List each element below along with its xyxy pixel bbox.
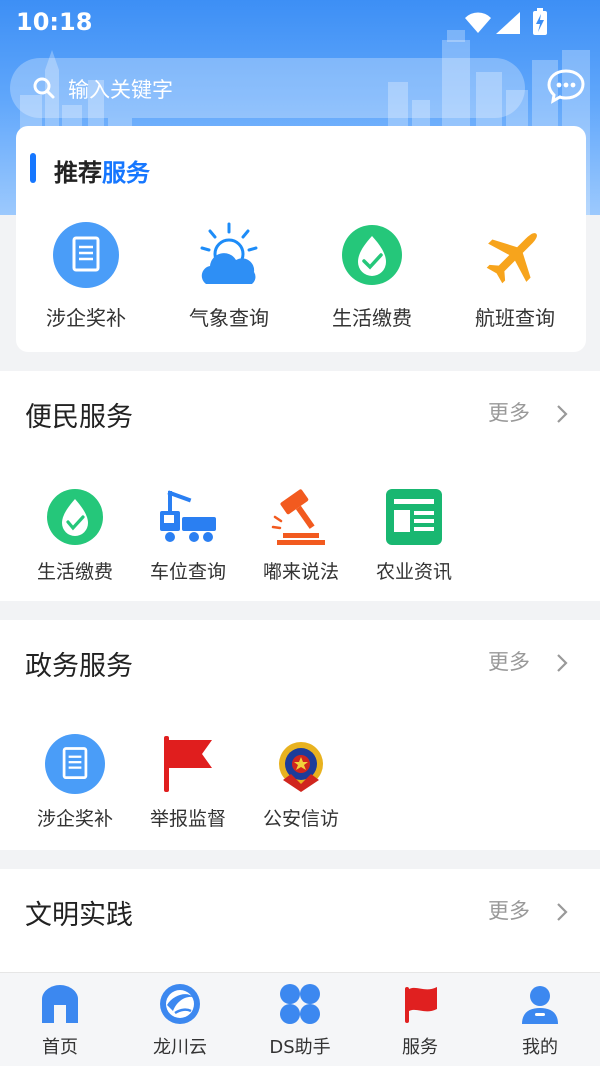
service-label: 车位查询 bbox=[149, 561, 226, 583]
tab-label: 我的 bbox=[522, 1037, 558, 1058]
wifi-icon bbox=[465, 12, 491, 33]
more-link[interactable]: 更多 bbox=[488, 646, 530, 676]
tab-label: 龙川云 bbox=[153, 1037, 207, 1058]
section-title: 政务服务 bbox=[25, 651, 133, 682]
more-link[interactable]: 更多 bbox=[488, 397, 530, 427]
service-label: 举报监督 bbox=[149, 808, 226, 830]
rec-item-weather[interactable]: 气象查询 bbox=[159, 222, 299, 332]
truck-icon bbox=[160, 490, 216, 542]
message-icon[interactable] bbox=[547, 68, 585, 104]
recommended-title-prefix: 推荐 bbox=[54, 159, 102, 187]
flag-icon bbox=[164, 736, 212, 792]
tab-home[interactable]: 首页 bbox=[0, 973, 120, 1066]
weather-icon bbox=[200, 222, 258, 284]
payment-icon bbox=[342, 225, 402, 285]
search-icon bbox=[33, 77, 55, 99]
grid-icon bbox=[280, 984, 320, 1024]
tab-mine[interactable]: 我的 bbox=[480, 973, 600, 1066]
home-icon bbox=[42, 985, 78, 1023]
section-title: 便民服务 bbox=[25, 402, 133, 433]
service-label: 农业资讯 bbox=[375, 561, 452, 583]
chevron-right-icon[interactable] bbox=[556, 404, 568, 424]
rec-item-label: 生活缴费 bbox=[332, 306, 412, 330]
tab-label: 首页 bbox=[42, 1037, 78, 1058]
flag-icon bbox=[405, 987, 437, 1023]
tab-longchuan-cloud[interactable]: 龙川云 bbox=[120, 973, 240, 1066]
payment-icon bbox=[47, 489, 103, 545]
more-link[interactable]: 更多 bbox=[488, 895, 530, 925]
search-input[interactable]: 输入关键字 bbox=[10, 58, 525, 118]
service-item-payment[interactable]: 生活缴费 bbox=[15, 487, 135, 587]
search-placeholder: 输入关键字 bbox=[68, 78, 173, 102]
document-icon bbox=[45, 734, 105, 794]
chevron-right-icon[interactable] bbox=[556, 902, 568, 922]
service-item-police[interactable]: 公安信访 bbox=[241, 734, 361, 834]
tab-services[interactable]: 服务 bbox=[360, 973, 480, 1066]
service-item-subsidy[interactable]: 涉企奖补 bbox=[15, 734, 135, 834]
signal-icon bbox=[496, 12, 520, 34]
recommended-title: 推荐服务 bbox=[54, 153, 150, 188]
chevron-right-icon[interactable] bbox=[556, 653, 568, 673]
news-icon bbox=[386, 489, 442, 545]
service-label: 涉企奖补 bbox=[36, 808, 113, 830]
recommended-title-accent: 服务 bbox=[102, 159, 150, 187]
tab-label: 服务 bbox=[402, 1037, 438, 1058]
user-icon bbox=[522, 986, 558, 1024]
section-title: 文明实践 bbox=[25, 900, 133, 931]
status-time: 10:18 bbox=[16, 8, 93, 36]
tab-ds-assistant[interactable]: DS助手 bbox=[240, 973, 360, 1066]
government-services-section: 政务服务 更多 涉企奖补 举报监督 公安信访 bbox=[0, 620, 600, 850]
service-item-parking[interactable]: 车位查询 bbox=[128, 487, 248, 587]
service-item-report[interactable]: 举报监督 bbox=[128, 734, 248, 834]
battery-icon bbox=[533, 8, 547, 35]
civilization-practice-section: 文明实践 更多 bbox=[0, 869, 600, 972]
recommended-services-card: 推荐服务 涉企奖补 气象查询 生活缴费 航班查询 bbox=[16, 126, 586, 352]
rec-item-payment[interactable]: 生活缴费 bbox=[302, 222, 442, 332]
bottom-tab-bar: 首页 龙川云 DS助手 服务 我的 bbox=[0, 972, 600, 1066]
rec-item-flight[interactable]: 航班查询 bbox=[445, 222, 585, 332]
service-item-law[interactable]: 嘟来说法 bbox=[241, 487, 361, 587]
section-accent-bar bbox=[30, 153, 36, 183]
rec-item-label: 涉企奖补 bbox=[46, 306, 126, 330]
gavel-icon bbox=[271, 489, 325, 545]
rec-item-subsidy[interactable]: 涉企奖补 bbox=[16, 222, 156, 332]
service-label: 嘟来说法 bbox=[262, 561, 339, 583]
service-label: 公安信访 bbox=[262, 808, 339, 830]
status-bar: 10:18 bbox=[0, 0, 600, 48]
cloud-logo-icon bbox=[160, 984, 200, 1024]
rec-item-label: 航班查询 bbox=[475, 306, 555, 330]
service-item-agri-news[interactable]: 农业资讯 bbox=[354, 487, 474, 587]
rec-item-label: 气象查询 bbox=[189, 306, 269, 330]
service-label: 生活缴费 bbox=[36, 561, 113, 583]
document-icon bbox=[53, 222, 119, 288]
airplane-icon bbox=[486, 233, 537, 284]
police-badge-icon bbox=[279, 742, 323, 792]
convenience-services-section: 便民服务 更多 生活缴费 车位查询 嘟来说法 农业资讯 bbox=[0, 371, 600, 601]
tab-label: DS助手 bbox=[269, 1037, 331, 1058]
